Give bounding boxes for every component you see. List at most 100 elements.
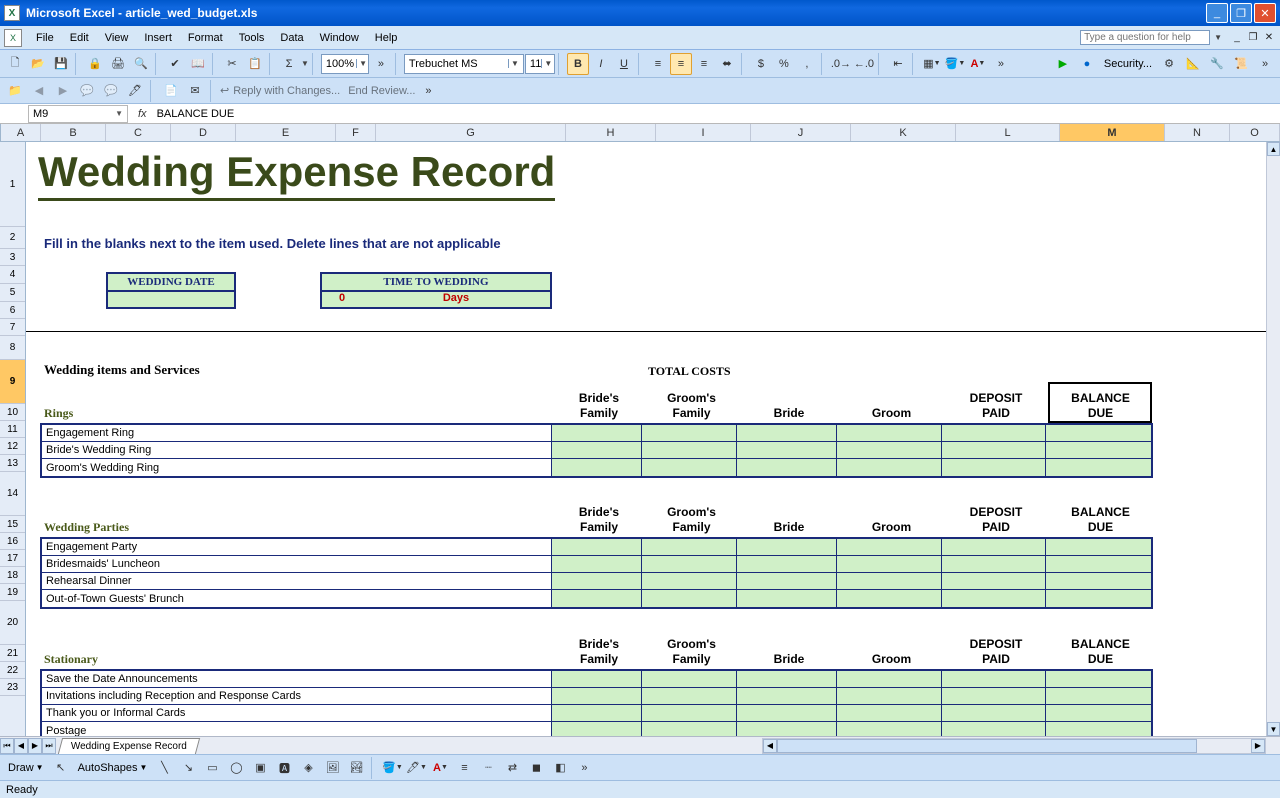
- row-header-7[interactable]: 7: [0, 319, 25, 336]
- ink-icon[interactable]: 🖊: [124, 80, 146, 102]
- maximize-button[interactable]: ❐: [1230, 3, 1252, 23]
- control-toolbox-icon[interactable]: 🔧: [1206, 53, 1228, 75]
- table-row[interactable]: Engagement Ring: [42, 425, 1151, 442]
- table-row[interactable]: Save the Date Announcements: [42, 671, 1151, 688]
- table-row[interactable]: Postage: [42, 722, 1151, 736]
- new-icon[interactable]: 🗋: [4, 53, 26, 75]
- draw-menu[interactable]: Draw ▼: [4, 762, 48, 774]
- col-header-J[interactable]: J: [751, 124, 851, 141]
- data-cell[interactable]: [837, 705, 942, 721]
- data-cell[interactable]: [942, 590, 1046, 607]
- row-header-12[interactable]: 12: [0, 438, 25, 455]
- data-cell[interactable]: [1046, 539, 1151, 555]
- data-cell[interactable]: [737, 425, 837, 441]
- arrow-icon[interactable]: ↘: [177, 757, 199, 779]
- data-cell[interactable]: [1046, 425, 1151, 441]
- font-box[interactable]: Trebuchet MS▼: [404, 54, 524, 74]
- record-macro-icon[interactable]: ●: [1076, 53, 1098, 75]
- dash-style-icon[interactable]: ┈: [477, 757, 499, 779]
- hscroll-thumb[interactable]: [777, 739, 1197, 753]
- autosum-icon[interactable]: Σ: [278, 53, 300, 75]
- run-macro-icon[interactable]: ▶: [1052, 53, 1074, 75]
- autoshapes-menu[interactable]: AutoShapes ▼: [74, 762, 152, 774]
- table-row[interactable]: Engagement Party: [42, 539, 1151, 556]
- fill-color-draw-icon[interactable]: 🪣▼: [381, 757, 403, 779]
- row-header-17[interactable]: 17: [0, 550, 25, 567]
- formula-content[interactable]: BALANCE DUE: [157, 108, 235, 120]
- data-cell[interactable]: [1046, 590, 1151, 607]
- col-header-G[interactable]: G: [376, 124, 566, 141]
- data-cell[interactable]: [737, 671, 837, 687]
- tab-nav-next-icon[interactable]: ▶: [28, 738, 42, 754]
- paste-icon[interactable]: 📋: [244, 53, 266, 75]
- font-size-box[interactable]: 11▼: [525, 54, 555, 74]
- col-header-O[interactable]: O: [1230, 124, 1280, 141]
- col-header-K[interactable]: K: [851, 124, 956, 141]
- data-cell[interactable]: [737, 539, 837, 555]
- row-header-13[interactable]: 13: [0, 455, 25, 472]
- menu-data[interactable]: Data: [272, 29, 311, 47]
- row-header-16[interactable]: 16: [0, 533, 25, 550]
- arrow-style-icon[interactable]: ⇄: [501, 757, 523, 779]
- select-objects-icon[interactable]: ↖: [50, 757, 72, 779]
- increase-decimal-icon[interactable]: .0→: [830, 53, 852, 75]
- data-cell[interactable]: [552, 442, 642, 458]
- percent-icon[interactable]: %: [773, 53, 795, 75]
- data-cell[interactable]: [737, 722, 837, 736]
- data-cell[interactable]: [837, 590, 942, 607]
- col-header-I[interactable]: I: [656, 124, 751, 141]
- data-cell[interactable]: [642, 722, 737, 736]
- cut-icon[interactable]: ✂: [221, 53, 243, 75]
- data-cell[interactable]: [737, 705, 837, 721]
- print-icon[interactable]: 🖨: [107, 53, 129, 75]
- open-icon[interactable]: 📂: [27, 53, 49, 75]
- data-cell[interactable]: [837, 459, 942, 476]
- fx-icon[interactable]: fx: [138, 108, 147, 120]
- data-cell[interactable]: [1046, 722, 1151, 736]
- cells-area[interactable]: Wedding Expense Record Fill in the blank…: [26, 142, 1266, 736]
- underline-button[interactable]: U: [613, 53, 635, 75]
- col-header-E[interactable]: E: [236, 124, 336, 141]
- workbook-icon[interactable]: X: [4, 29, 22, 47]
- row-header-6[interactable]: 6: [0, 302, 25, 319]
- tab-nav-prev-icon[interactable]: ◀: [14, 738, 28, 754]
- data-cell[interactable]: [942, 425, 1046, 441]
- align-right-icon[interactable]: ≡: [693, 53, 715, 75]
- data-cell[interactable]: [942, 722, 1046, 736]
- data-cell[interactable]: [552, 556, 642, 572]
- row-header-1[interactable]: 1: [0, 142, 25, 227]
- col-header-B[interactable]: B: [41, 124, 106, 141]
- table-rings[interactable]: Engagement RingBride's Wedding RingGroom…: [40, 423, 1153, 478]
- row-header-18[interactable]: 18: [0, 567, 25, 584]
- data-cell[interactable]: [837, 539, 942, 555]
- permission-icon[interactable]: 🔒: [84, 53, 106, 75]
- data-cell[interactable]: [837, 442, 942, 458]
- data-cell[interactable]: [942, 556, 1046, 572]
- data-cell[interactable]: [737, 688, 837, 704]
- col-header-N[interactable]: N: [1165, 124, 1230, 141]
- font-color-draw-icon[interactable]: A▼: [429, 757, 451, 779]
- doc-restore-button[interactable]: ❐: [1246, 31, 1260, 45]
- data-cell[interactable]: [837, 671, 942, 687]
- data-cell[interactable]: [942, 671, 1046, 687]
- vertical-scrollbar[interactable]: ▲ ▼: [1266, 142, 1280, 736]
- vba-icon[interactable]: ⚙: [1158, 53, 1180, 75]
- decrease-decimal-icon[interactable]: ←.0: [853, 53, 875, 75]
- new-comment-icon[interactable]: 📁: [4, 80, 26, 102]
- data-cell[interactable]: [737, 459, 837, 476]
- data-cell[interactable]: [837, 688, 942, 704]
- row-header-11[interactable]: 11: [0, 421, 25, 438]
- research-icon[interactable]: 📖: [187, 53, 209, 75]
- print-preview-icon[interactable]: 🔍: [130, 53, 152, 75]
- table-row[interactable]: Bride's Wedding Ring: [42, 442, 1151, 459]
- data-cell[interactable]: [942, 573, 1046, 589]
- line-color-icon[interactable]: 🖊▼: [405, 757, 427, 779]
- table-row[interactable]: Out-of-Town Guests' Brunch: [42, 590, 1151, 607]
- close-button[interactable]: ✕: [1254, 3, 1276, 23]
- data-cell[interactable]: [552, 705, 642, 721]
- row-header-15[interactable]: 15: [0, 516, 25, 533]
- row-header-23[interactable]: 23: [0, 679, 25, 696]
- menu-help[interactable]: Help: [367, 29, 406, 47]
- align-left-icon[interactable]: ≡: [647, 53, 669, 75]
- data-cell[interactable]: [942, 688, 1046, 704]
